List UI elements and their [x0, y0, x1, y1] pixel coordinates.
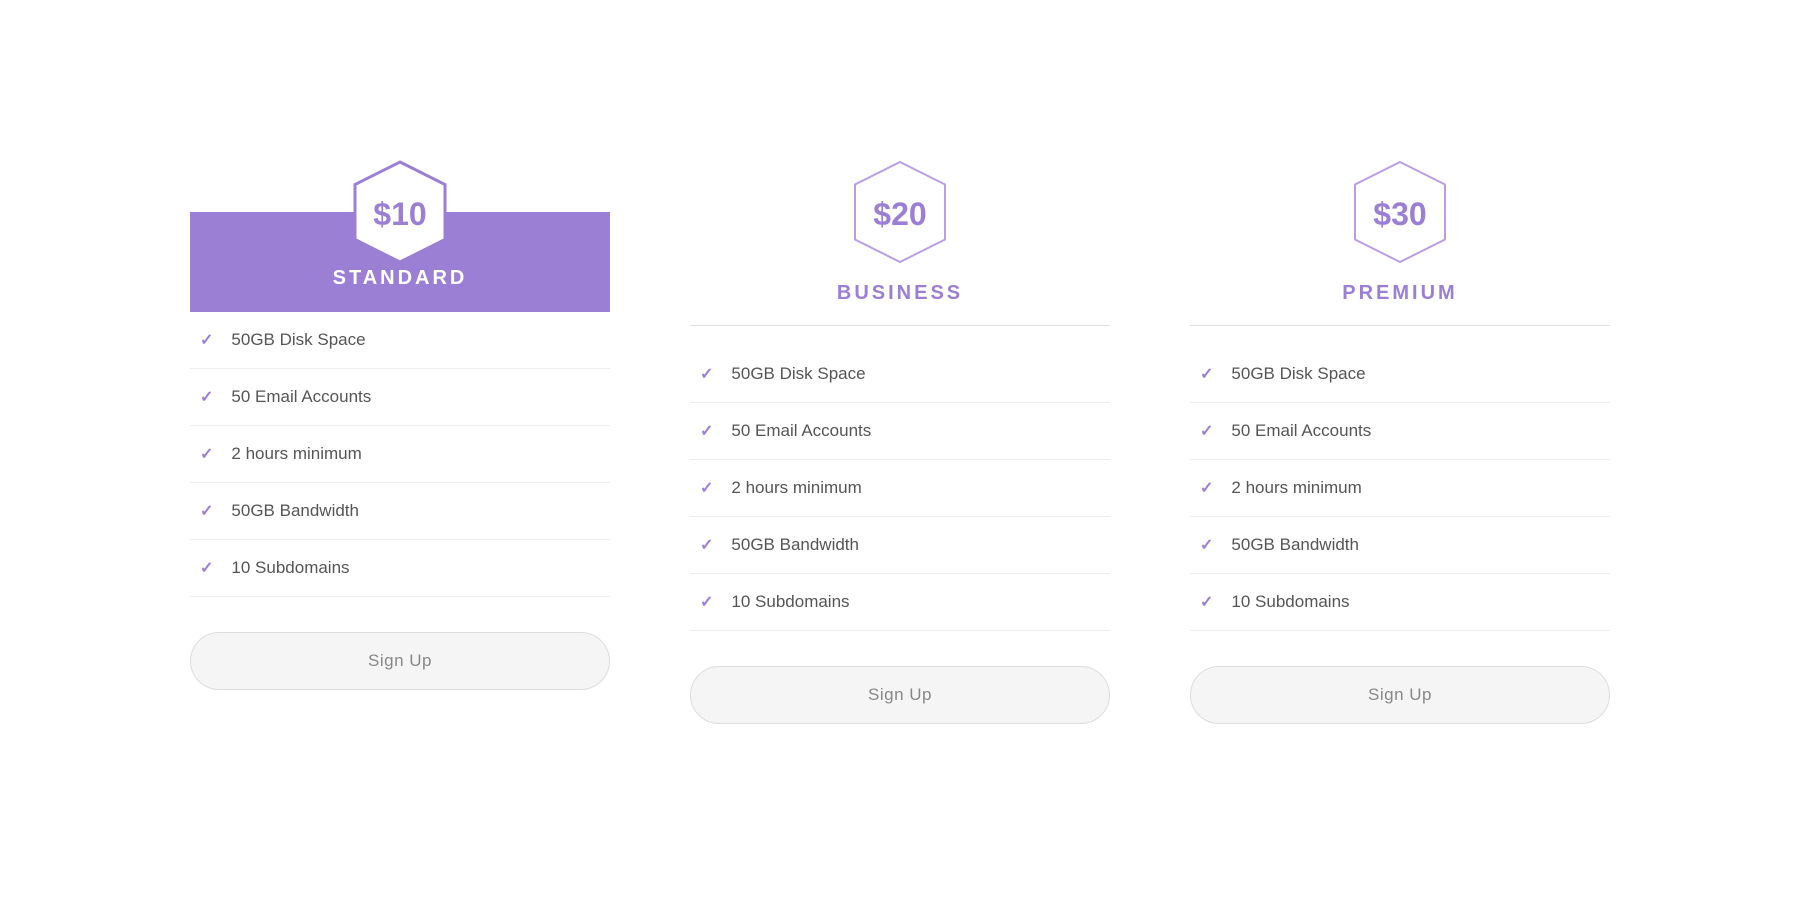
list-item: ✓ 50GB Disk Space — [690, 346, 1110, 403]
check-icon: ✓ — [700, 592, 713, 612]
list-item: ✓ 50GB Bandwidth — [690, 517, 1110, 574]
check-icon: ✓ — [1200, 535, 1213, 555]
feature-text: 50GB Disk Space — [231, 330, 365, 350]
feature-text: 10 Subdomains — [231, 558, 349, 578]
features-list-business: ✓ 50GB Disk Space ✓ 50 Email Accounts ✓ … — [690, 346, 1110, 631]
feature-text: 50 Email Accounts — [1231, 421, 1371, 441]
check-icon: ✓ — [200, 387, 213, 407]
feature-text: 50 Email Accounts — [731, 421, 871, 441]
feature-text: 50 Email Accounts — [231, 387, 371, 407]
standard-header-wrapper: $10 STANDARD — [190, 157, 610, 312]
feature-text: 50GB Bandwidth — [231, 501, 359, 521]
pricing-card-business: $20 BUSINESS ✓ 50GB Disk Space ✓ 50 Emai… — [650, 157, 1150, 764]
features-list-premium: ✓ 50GB Disk Space ✓ 50 Email Accounts ✓ … — [1190, 346, 1610, 631]
list-item: ✓ 50GB Disk Space — [1190, 346, 1610, 403]
plan-name-premium: PREMIUM — [1342, 282, 1457, 304]
check-icon: ✓ — [700, 364, 713, 384]
feature-text: 50GB Disk Space — [1231, 364, 1365, 384]
list-item: ✓ 50 Email Accounts — [690, 403, 1110, 460]
feature-text: 10 Subdomains — [1231, 592, 1349, 612]
list-item: ✓ 10 Subdomains — [1190, 574, 1610, 631]
feature-text: 50GB Bandwidth — [1231, 535, 1359, 555]
business-header: $20 BUSINESS — [690, 157, 1110, 305]
list-item: ✓ 50GB Bandwidth — [190, 483, 610, 540]
check-icon: ✓ — [1200, 478, 1213, 498]
list-item: ✓ 50 Email Accounts — [1190, 403, 1610, 460]
list-item: ✓ 2 hours minimum — [190, 426, 610, 483]
list-item: ✓ 10 Subdomains — [690, 574, 1110, 631]
feature-text: 2 hours minimum — [231, 444, 361, 464]
pricing-card-standard: $10 STANDARD ✓ 50GB Disk Space ✓ 50 Emai… — [150, 157, 650, 730]
list-item: ✓ 10 Subdomains — [190, 540, 610, 597]
feature-text: 50GB Disk Space — [731, 364, 865, 384]
check-icon: ✓ — [200, 501, 213, 521]
list-item: ✓ 50 Email Accounts — [190, 369, 610, 426]
list-item: ✓ 2 hours minimum — [1190, 460, 1610, 517]
divider-business — [690, 325, 1110, 326]
features-list-standard: ✓ 50GB Disk Space ✓ 50 Email Accounts ✓ … — [190, 312, 610, 597]
divider-premium — [1190, 325, 1610, 326]
feature-text: 2 hours minimum — [731, 478, 861, 498]
price-business: $20 — [873, 196, 926, 232]
check-icon: ✓ — [200, 330, 213, 350]
feature-text: 50GB Bandwidth — [731, 535, 859, 555]
hexagon-premium: $30 — [1345, 157, 1455, 267]
check-icon: ✓ — [200, 558, 213, 578]
plan-name-standard: STANDARD — [333, 267, 468, 290]
pricing-container: $10 STANDARD ✓ 50GB Disk Space ✓ 50 Emai… — [100, 97, 1700, 824]
price-premium: $30 — [1373, 196, 1426, 232]
list-item: ✓ 2 hours minimum — [690, 460, 1110, 517]
signup-button-business[interactable]: Sign Up — [690, 666, 1110, 724]
feature-text: 10 Subdomains — [731, 592, 849, 612]
feature-text: 2 hours minimum — [1231, 478, 1361, 498]
hexagon-standard: $10 — [345, 157, 455, 267]
list-item: ✓ 50GB Disk Space — [190, 312, 610, 369]
check-icon: ✓ — [700, 478, 713, 498]
pricing-card-premium: $30 PREMIUM ✓ 50GB Disk Space ✓ 50 Email… — [1150, 157, 1650, 764]
check-icon: ✓ — [1200, 364, 1213, 384]
signup-button-standard[interactable]: Sign Up — [190, 632, 610, 690]
plan-name-business: BUSINESS — [837, 282, 963, 304]
premium-header: $30 PREMIUM — [1190, 157, 1610, 305]
price-standard: $10 — [373, 196, 426, 232]
check-icon: ✓ — [200, 444, 213, 464]
check-icon: ✓ — [700, 421, 713, 441]
check-icon: ✓ — [1200, 592, 1213, 612]
hexagon-business: $20 — [845, 157, 955, 267]
signup-button-premium[interactable]: Sign Up — [1190, 666, 1610, 724]
check-icon: ✓ — [1200, 421, 1213, 441]
check-icon: ✓ — [700, 535, 713, 555]
list-item: ✓ 50GB Bandwidth — [1190, 517, 1610, 574]
